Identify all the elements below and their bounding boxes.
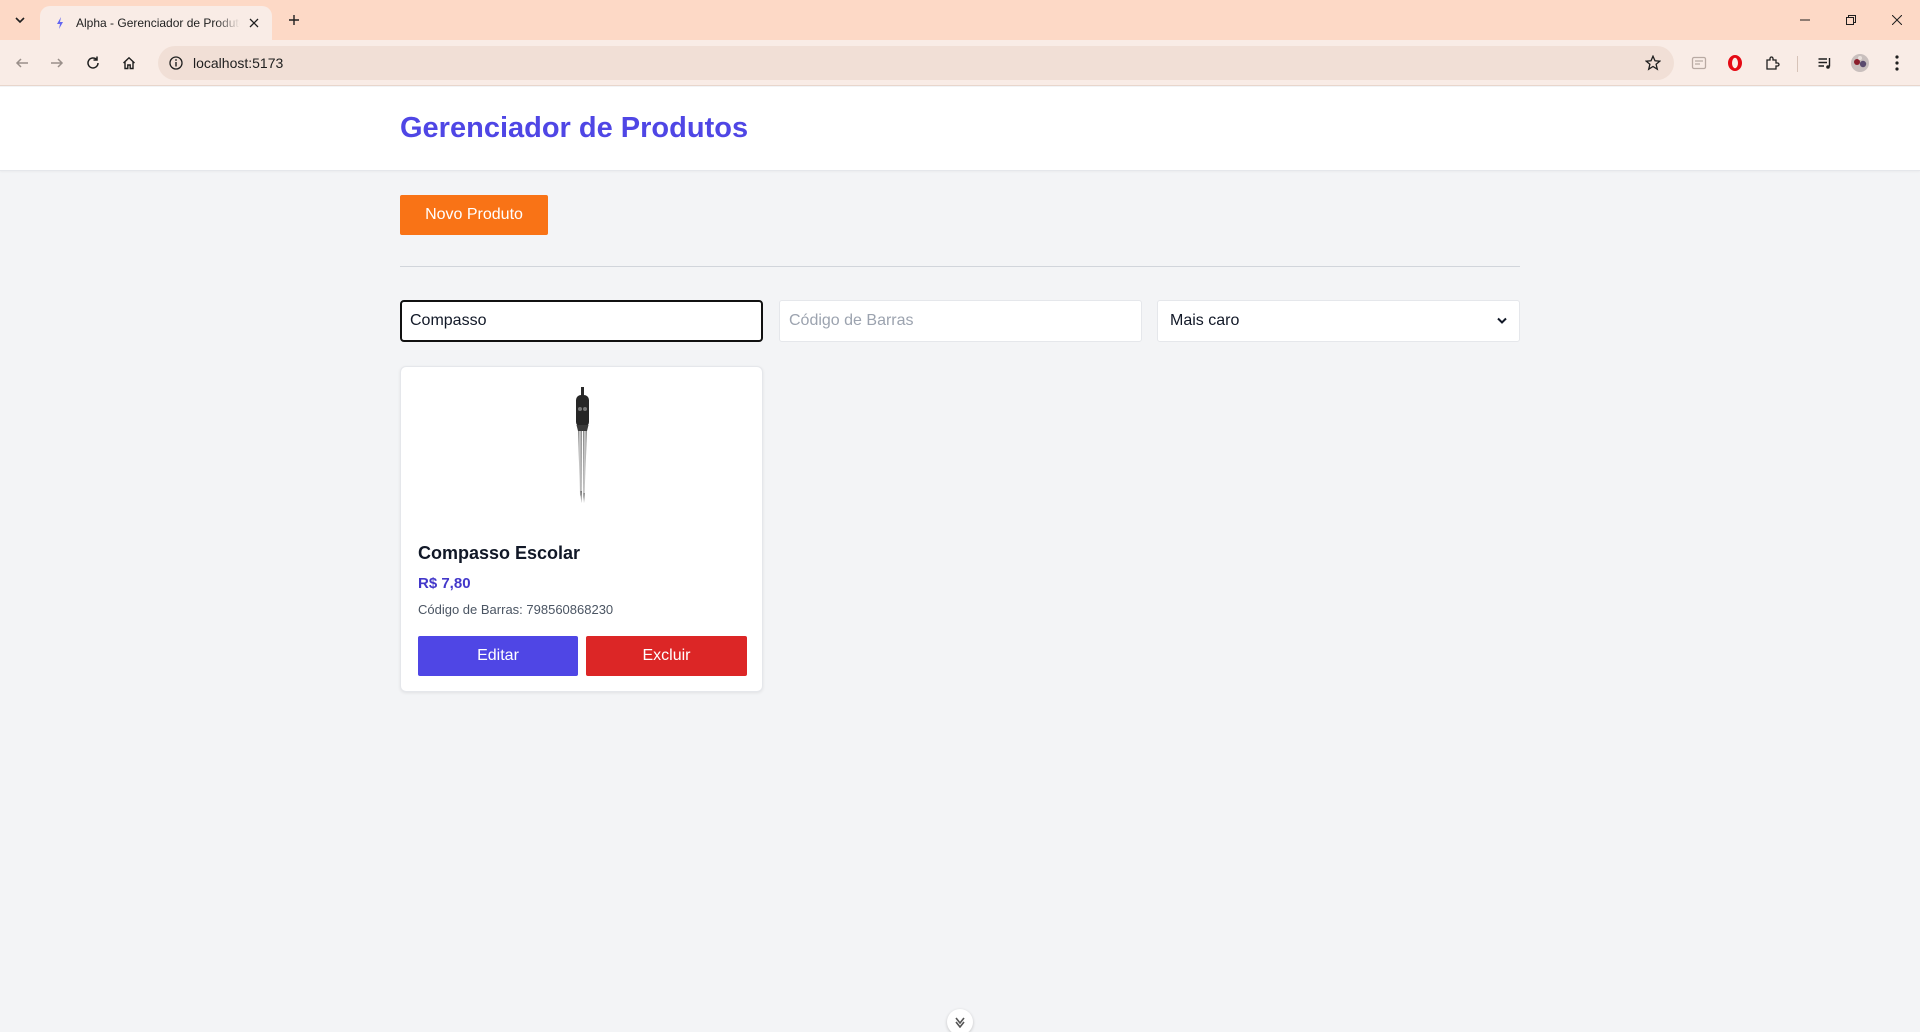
forward-arrow-icon[interactable] (43, 49, 71, 77)
product-barcode: Código de Barras: 798560868230 (418, 602, 614, 617)
site-info-icon[interactable] (168, 55, 184, 71)
new-product-button[interactable]: Novo Produto (400, 195, 548, 235)
window-minimize-icon[interactable] (1782, 0, 1828, 40)
sort-select[interactable]: Mais caro (1157, 300, 1520, 342)
barcode-filter-input[interactable] (779, 300, 1142, 342)
back-arrow-icon[interactable] (8, 49, 36, 77)
window-restore-icon[interactable] (1828, 0, 1874, 40)
sort-select-value: Mais caro (1170, 312, 1240, 329)
delete-button[interactable]: Excluir (586, 636, 747, 676)
edit-button[interactable]: Editar (418, 636, 578, 676)
toolbar-separator (1797, 56, 1798, 72)
extensions-puzzle-icon[interactable] (1761, 52, 1783, 74)
opera-extension-icon[interactable] (1724, 52, 1746, 74)
window-close-icon[interactable] (1874, 0, 1920, 40)
section-divider (400, 266, 1520, 267)
vite-favicon-icon (52, 15, 68, 31)
address-bar[interactable]: localhost:5173 (158, 46, 1674, 80)
search-name-input[interactable] (400, 300, 763, 342)
chevron-down-icon (1497, 312, 1507, 330)
address-url: localhost:5173 (193, 55, 284, 71)
home-icon[interactable] (115, 49, 143, 77)
page-title: Gerenciador de Produtos (400, 112, 749, 144)
app-header: Gerenciador de Produtos (0, 87, 1920, 171)
browser-tab-active[interactable]: Alpha - Gerenciador de Produtos (40, 6, 272, 40)
product-name: Compasso Escolar (418, 543, 581, 563)
extension-screenshot-icon[interactable] (1688, 52, 1710, 74)
scroll-down-icon[interactable] (947, 1009, 973, 1032)
product-price: R$ 7,80 (418, 575, 471, 592)
reload-icon[interactable] (79, 49, 107, 77)
tab-close-icon[interactable] (246, 15, 262, 31)
media-controls-icon[interactable] (1814, 52, 1836, 74)
browser-toolbar: localhost:5173 (0, 40, 1920, 86)
bookmark-star-icon[interactable] (1644, 54, 1662, 72)
compass-image (401, 387, 764, 503)
profile-avatar-icon[interactable] (1849, 52, 1871, 74)
browser-tab-bar: Alpha - Gerenciador de Produtos (0, 0, 1920, 40)
new-tab-plus-icon[interactable] (282, 8, 306, 32)
tab-title: Alpha - Gerenciador de Produtos (76, 16, 240, 30)
product-card: Compasso Escolar R$ 7,80 Código de Barra… (400, 366, 763, 692)
browser-menu-kebab-icon[interactable] (1886, 52, 1908, 74)
tab-search-chevron-icon[interactable] (8, 8, 32, 32)
